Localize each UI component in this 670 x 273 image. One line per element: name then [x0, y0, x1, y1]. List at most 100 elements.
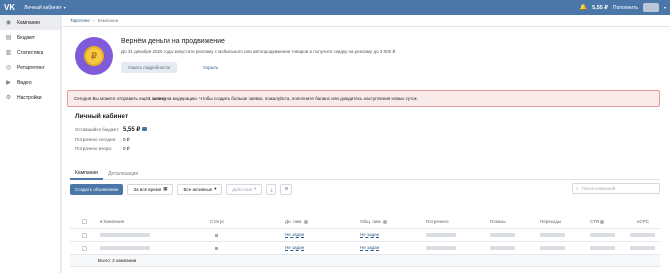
search-input[interactable]: ⌕ Поиск кампаний [572, 183, 660, 194]
row-checkbox[interactable] [82, 232, 87, 238]
download-icon: ⤓ [270, 186, 273, 192]
sidebar-item-label: Бюджет [17, 34, 36, 41]
chevron-down-icon: ▾ [214, 186, 217, 191]
wallet-icon[interactable] [142, 127, 148, 132]
ecpc-value [630, 246, 655, 250]
search-icon: ⌕ [576, 186, 579, 191]
sidebar-item-label: Ретаргетинг [17, 64, 45, 71]
sidebar-item-label: Настройки [17, 94, 42, 101]
remaining-budget-label: Оставшийся бюджет: [75, 127, 120, 132]
sidebar-item-label: Кампании [17, 19, 40, 26]
select-all-checkbox[interactable] [82, 219, 87, 224]
chevron-down-icon: ▾ [254, 186, 257, 191]
download-button[interactable]: ⤓ [266, 183, 277, 195]
alert-text-before: Сегодня Вы можете отправить ещё [74, 96, 148, 101]
sidebar: ◉ Кампании ▤ Бюджет ▥ Статистика ◎ Ретар… [0, 15, 61, 273]
campaign-name[interactable] [100, 233, 150, 237]
column-ctr[interactable]: CTR [590, 219, 605, 224]
breadcrumb-separator: › [93, 18, 95, 23]
video-icon: ▶ [6, 80, 11, 86]
clicks-value [540, 246, 565, 250]
info-icon[interactable] [382, 219, 387, 224]
table-row[interactable]: Не задан Не задан [70, 242, 660, 255]
sidebar-item-settings[interactable]: ⚙ Настройки [0, 90, 60, 105]
main-content: Таргетинг › Кампании ₽ Вернём деньги на … [62, 15, 670, 273]
breadcrumb: Таргетинг › Кампании [62, 15, 670, 27]
hide-promo-link[interactable]: Скрыть [203, 62, 218, 73]
toolbar: Создать объявление За всё время ▦ Все акт… [70, 183, 660, 195]
column-clicks[interactable]: Переходы [540, 219, 561, 224]
filter-select[interactable]: Все активные ▾ [177, 183, 223, 195]
spent-today-label: Потрачено сегодня: [75, 137, 117, 142]
learn-more-button[interactable]: Узнать подробности [121, 62, 178, 73]
table-header: ▾ Кампания Статус Дн. лим. Общ. лим. Пот… [70, 215, 660, 229]
ctr-value [590, 233, 615, 237]
coin-icon: ₽ [75, 37, 113, 75]
info-icon[interactable] [600, 219, 605, 224]
period-select[interactable]: За всё время ▦ [127, 183, 174, 195]
target-icon: ◎ [5, 65, 12, 71]
sidebar-item-label: Видео [17, 79, 32, 86]
sidebar-item-statistics[interactable]: ▥ Статистика [0, 45, 60, 60]
day-limit-link[interactable]: Не задан [285, 245, 305, 251]
sidebar-item-campaigns[interactable]: ◉ Кампании [0, 15, 60, 30]
impressions-value [490, 233, 515, 237]
sidebar-item-retargeting[interactable]: ◎ Ретаргетинг [0, 60, 60, 75]
spent-value [426, 233, 456, 237]
alert-text-after: на модерацию. Чтобы создать больше заяво… [166, 96, 418, 101]
vk-logo[interactable]: VK [4, 3, 18, 12]
create-ad-button[interactable]: Создать объявление [70, 183, 124, 195]
column-campaign[interactable]: ▾ Кампания [100, 219, 124, 225]
info-icon[interactable] [303, 219, 308, 224]
bell-icon[interactable]: 🔔 [580, 4, 587, 11]
column-ecpc[interactable]: eCPC [637, 219, 649, 224]
top-bar: VK Личный кабинет ▾ 🔔 5,55 ₽ Пополнить ▾ [0, 0, 670, 15]
avatar[interactable] [642, 3, 659, 12]
chevron-down-icon: ▾ [63, 4, 66, 10]
column-day-limit[interactable]: Дн. лим. [285, 219, 308, 224]
status-icon [215, 246, 218, 250]
settings-button[interactable]: ⚙ [280, 183, 293, 195]
campaign-name[interactable] [100, 246, 150, 250]
clicks-value [540, 233, 565, 237]
breadcrumb-link-targeting[interactable]: Таргетинг [70, 18, 90, 23]
day-limit-link[interactable]: Не задан [285, 232, 305, 238]
ruble-icon: ₽ [84, 46, 104, 66]
campaigns-table: ▾ Кампания Статус Дн. лим. Общ. лим. Пот… [70, 215, 660, 267]
column-spent[interactable]: Потрачено [426, 219, 448, 224]
spent-today-value: 0 ₽ [123, 137, 130, 142]
total-limit-link[interactable]: Не задан [360, 232, 380, 238]
alert-text-bold: 1 заявку [147, 96, 167, 101]
total-limit-link[interactable]: Не задан [360, 245, 380, 251]
sidebar-item-label: Статистика [17, 49, 44, 56]
wallet-icon: ▤ [5, 35, 12, 41]
calendar-icon: ▦ [163, 186, 168, 191]
topup-link[interactable]: Пополнить [613, 5, 638, 11]
row-checkbox[interactable] [82, 245, 87, 251]
tabs: Кампании Детализация [70, 168, 660, 180]
cabinet-switcher[interactable]: Личный кабинет ▾ [24, 5, 66, 11]
search-placeholder: Поиск кампаний [581, 186, 616, 191]
column-status[interactable]: Статус [210, 219, 224, 224]
spent-yesterday-label: Потрачено вчера: [75, 146, 112, 151]
actions-select[interactable]: Действия ▾ [226, 183, 263, 195]
megaphone-icon: ◉ [5, 20, 12, 26]
account-title: Личный кабинет [75, 113, 129, 120]
moderation-alert: Сегодня Вы можете отправить ещё 1 заявку… [67, 90, 660, 107]
promo-title: Вернём деньги на продвижение [121, 38, 225, 45]
table-row[interactable]: Не задан Не задан [70, 229, 660, 242]
tab-campaigns[interactable]: Кампании [70, 168, 103, 180]
status-icon [215, 233, 218, 237]
column-impressions[interactable]: Показы [490, 219, 506, 224]
tab-details[interactable]: Детализация [103, 168, 143, 180]
sidebar-item-budget[interactable]: ▤ Бюджет [0, 30, 60, 45]
spent-yesterday-value: 0 ₽ [123, 146, 130, 151]
column-total-limit[interactable]: Общ. лим. [360, 219, 387, 224]
breadcrumb-current: Кампании [97, 18, 119, 23]
balance-value: 5,55 ₽ [592, 4, 608, 11]
cabinet-title: Личный кабинет [24, 4, 62, 11]
chevron-down-icon[interactable]: ▾ [664, 5, 666, 10]
sidebar-item-video[interactable]: ▶ Видео [0, 75, 60, 90]
spent-value [426, 246, 456, 250]
table-total: Всего: 2 кампании [70, 255, 660, 267]
